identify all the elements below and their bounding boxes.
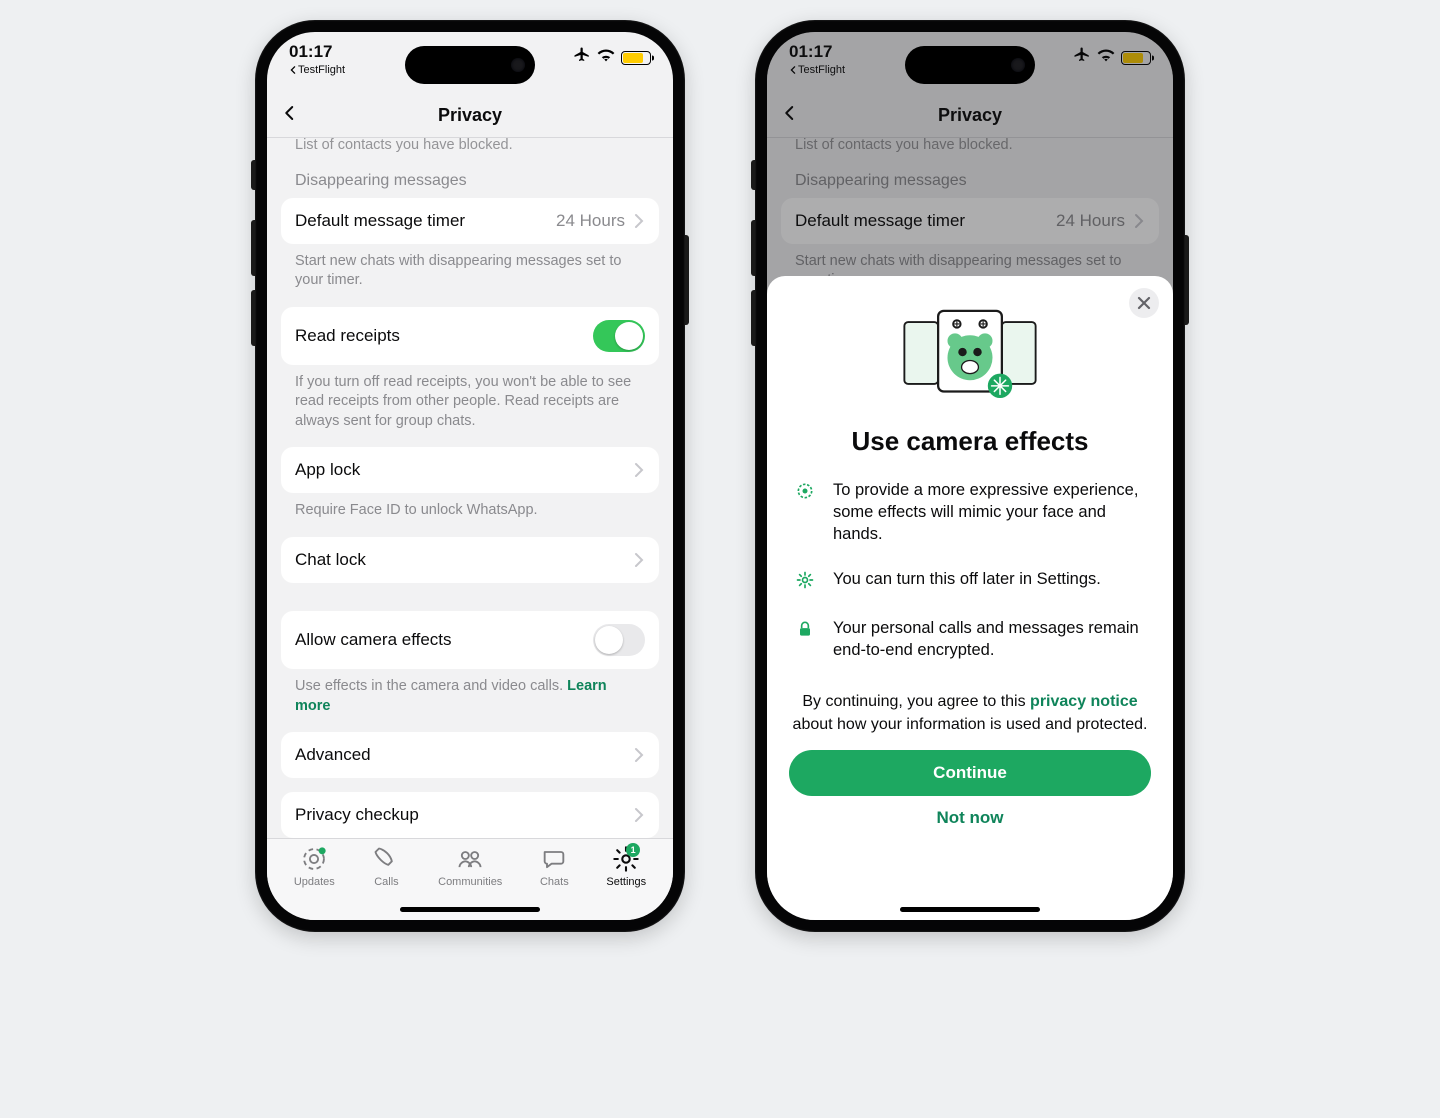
status-back-to-app[interactable]: TestFlight bbox=[289, 64, 345, 76]
row-privacy-checkup[interactable]: Privacy checkup bbox=[281, 792, 659, 838]
page-title: Privacy bbox=[438, 105, 502, 126]
iphone-frame-right: 01:17 TestFlight Privacy bbox=[755, 20, 1185, 932]
row-chat-lock[interactable]: Chat lock bbox=[281, 537, 659, 583]
sheet-bullet-2-text: You can turn this off later in Settings. bbox=[833, 568, 1101, 590]
not-now-button[interactable]: Not now bbox=[936, 808, 1003, 828]
chevron-right-icon bbox=[633, 807, 645, 823]
sheet-bullet-1-text: To provide a more expressive experience,… bbox=[833, 479, 1145, 546]
chevron-right-icon bbox=[633, 552, 645, 568]
sheet-title: Use camera effects bbox=[851, 426, 1088, 457]
camera-effects-hero-illustration bbox=[895, 298, 1045, 408]
tab-chats[interactable]: Chats bbox=[540, 845, 569, 920]
close-button[interactable] bbox=[1129, 288, 1159, 318]
tab-calls[interactable]: Calls bbox=[372, 845, 400, 920]
row-app-lock[interactable]: App lock bbox=[281, 447, 659, 493]
chevron-right-icon bbox=[633, 747, 645, 763]
tab-communities-label: Communities bbox=[438, 876, 502, 888]
airplane-mode-icon bbox=[573, 46, 591, 69]
footer-read-receipts: If you turn off read receipts, you won't… bbox=[281, 365, 659, 448]
sheet-bullet-1: To provide a more expressive experience,… bbox=[795, 479, 1145, 546]
sheet-bullet-3: Your personal calls and messages remain … bbox=[795, 617, 1145, 662]
row-default-message-timer-value: 24 Hours bbox=[556, 211, 625, 231]
tab-settings[interactable]: 1 Settings bbox=[606, 845, 646, 920]
tab-updates[interactable]: Updates bbox=[294, 845, 335, 920]
dynamic-island bbox=[905, 46, 1035, 84]
row-privacy-checkup-label: Privacy checkup bbox=[295, 805, 419, 825]
nav-header: Privacy bbox=[267, 94, 673, 138]
footer-camera-effects-text: Use effects in the camera and video call… bbox=[295, 678, 567, 694]
truncated-prev-footer: List of contacts you have blocked. bbox=[281, 138, 659, 168]
sheet-bullet-3-text: Your personal calls and messages remain … bbox=[833, 617, 1145, 662]
row-default-message-timer-label: Default message timer bbox=[295, 211, 465, 231]
row-advanced-label: Advanced bbox=[295, 745, 371, 765]
gear-icon bbox=[795, 570, 815, 595]
row-allow-camera-effects: Allow camera effects bbox=[281, 611, 659, 669]
continue-button[interactable]: Continue bbox=[789, 750, 1151, 796]
close-icon bbox=[1137, 296, 1151, 310]
communities-icon bbox=[456, 845, 484, 873]
battery-indicator bbox=[621, 51, 651, 65]
row-read-receipts-label: Read receipts bbox=[295, 326, 400, 346]
camera-effects-sheet: Use camera effects To provide a more exp… bbox=[767, 276, 1173, 920]
footer-app-lock: Require Face ID to unlock WhatsApp. bbox=[281, 493, 659, 537]
tab-settings-label: Settings bbox=[606, 876, 646, 888]
row-allow-camera-effects-label: Allow camera effects bbox=[295, 630, 452, 650]
updates-icon bbox=[300, 845, 328, 873]
sheet-bullet-2: You can turn this off later in Settings. bbox=[795, 568, 1145, 595]
chevron-right-icon bbox=[633, 213, 645, 229]
sheet-legal-pretext: By continuing, you agree to this bbox=[802, 693, 1030, 710]
read-receipts-toggle[interactable] bbox=[593, 320, 645, 352]
tab-updates-label: Updates bbox=[294, 876, 335, 888]
face-scan-icon bbox=[795, 481, 815, 506]
back-button[interactable] bbox=[281, 104, 299, 127]
row-chat-lock-label: Chat lock bbox=[295, 550, 366, 570]
privacy-notice-link[interactable]: privacy notice bbox=[1030, 693, 1138, 710]
section-disappearing-label: Disappearing messages bbox=[281, 168, 659, 198]
lock-icon bbox=[795, 619, 815, 644]
row-app-lock-label: App lock bbox=[295, 460, 360, 480]
row-default-message-timer[interactable]: Default message timer 24 Hours bbox=[281, 198, 659, 244]
allow-camera-effects-toggle[interactable] bbox=[593, 624, 645, 656]
chevron-right-icon bbox=[633, 462, 645, 478]
row-read-receipts: Read receipts bbox=[281, 307, 659, 365]
sheet-legal: By continuing, you agree to this privacy… bbox=[789, 691, 1151, 736]
sheet-legal-posttext: about how your information is used and p… bbox=[793, 716, 1148, 733]
chats-icon bbox=[540, 845, 568, 873]
home-indicator[interactable] bbox=[900, 907, 1040, 912]
phone-icon bbox=[372, 845, 400, 873]
status-time: 01:17 bbox=[289, 42, 345, 62]
iphone-frame-left: 01:17 TestFlight Privacy bbox=[255, 20, 685, 932]
status-back-to-app-label: TestFlight bbox=[298, 64, 345, 76]
tab-calls-label: Calls bbox=[374, 876, 398, 888]
wifi-icon bbox=[597, 48, 615, 67]
row-advanced[interactable]: Advanced bbox=[281, 732, 659, 778]
tab-chats-label: Chats bbox=[540, 876, 569, 888]
home-indicator[interactable] bbox=[400, 907, 540, 912]
dynamic-island bbox=[405, 46, 535, 84]
footer-disappearing: Start new chats with disappearing messag… bbox=[281, 244, 659, 307]
footer-camera-effects: Use effects in the camera and video call… bbox=[281, 669, 659, 732]
